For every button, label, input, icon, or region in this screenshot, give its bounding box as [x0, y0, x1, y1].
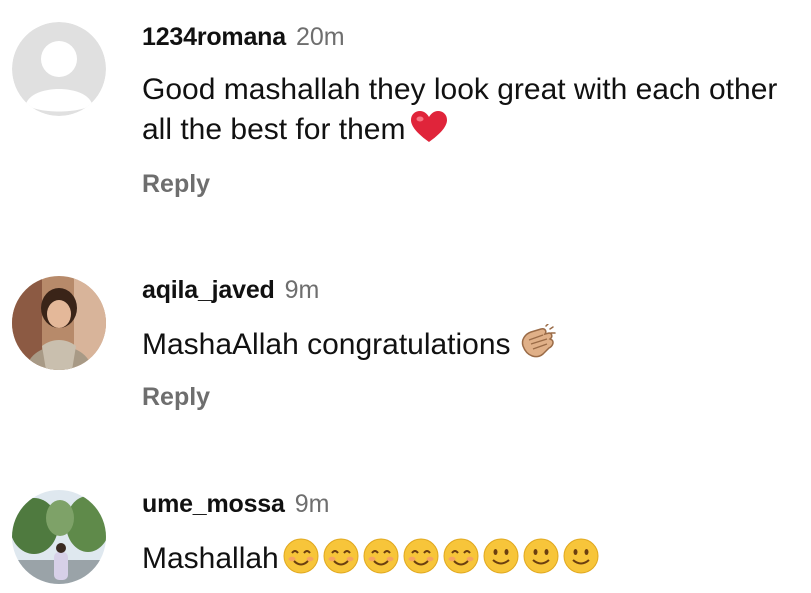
default-avatar-icon [12, 22, 106, 116]
reply-button[interactable]: Reply [142, 383, 210, 412]
comment-timestamp: 9m [294, 490, 330, 518]
comment-text: MashaAllah congratulations [142, 324, 799, 365]
comment-timestamp: 20m [295, 23, 345, 51]
clapping-hands-icon [517, 324, 557, 360]
red-heart-icon [411, 111, 448, 143]
smiling-face-with-smiling-eyes-icon [283, 538, 319, 574]
smiling-face-with-smiling-eyes-icon [323, 538, 359, 574]
reply-button[interactable]: Reply [142, 170, 210, 199]
comment-username[interactable]: aqila_javed [142, 276, 275, 304]
user-photo-icon [12, 490, 106, 584]
user-photo-icon [12, 276, 106, 370]
comment-text-content: Good mashallah they look great with each… [142, 73, 778, 146]
comment-username[interactable]: 1234romana [142, 23, 286, 51]
comment-text: Good mashallah they look great with each… [142, 70, 799, 150]
avatar[interactable] [12, 22, 106, 116]
smiling-face-with-smiling-eyes-icon [443, 538, 479, 574]
comment-text-content: Mashallah [142, 542, 279, 575]
comment-username[interactable]: ume_mossa [142, 490, 285, 518]
smiling-face-with-smiling-eyes-icon [403, 538, 439, 574]
comment-timestamp: 9m [284, 276, 320, 304]
comment-text-content: MashaAllah congratulations [142, 328, 511, 361]
slightly-smiling-face-icon [563, 538, 599, 574]
smiling-face-with-smiling-eyes-icon [363, 538, 399, 574]
comment-list: 1234romana 20m Good mashallah they look g… [0, 0, 811, 593]
avatar[interactable] [12, 490, 106, 584]
slightly-smiling-face-icon [483, 538, 519, 574]
avatar[interactable] [12, 276, 106, 370]
comment-text: Mashallah [142, 538, 799, 579]
slightly-smiling-face-icon [523, 538, 559, 574]
